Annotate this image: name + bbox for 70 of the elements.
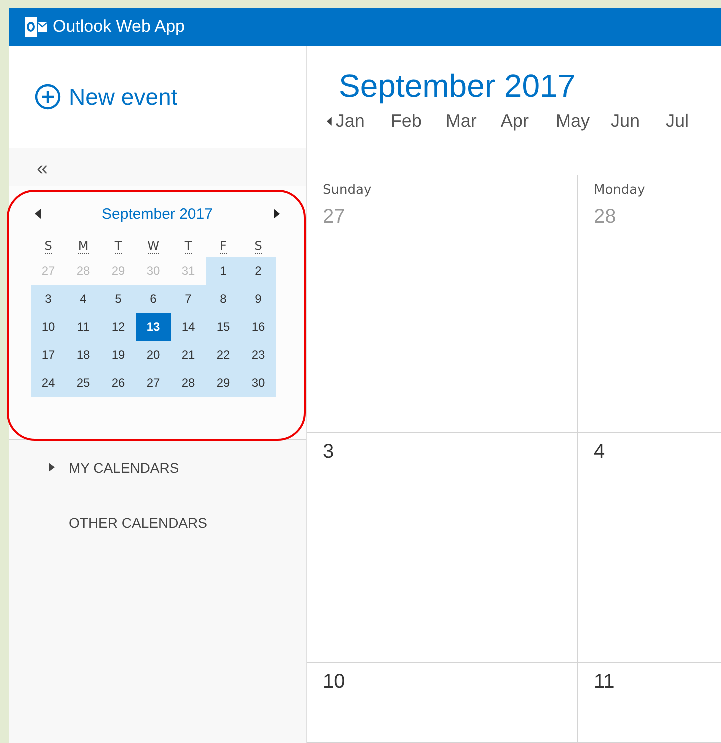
calendar-day[interactable]: 1 (206, 257, 241, 285)
weekday-label: S (44, 238, 52, 254)
calendar-day[interactable]: 14 (171, 313, 206, 341)
calendar-day[interactable]: 20 (136, 341, 171, 369)
month-link[interactable]: May (556, 111, 611, 132)
calendar-day[interactable]: 5 (101, 285, 136, 313)
calendar-day[interactable]: 11 (66, 313, 101, 341)
day-cell[interactable]: 11 (578, 663, 721, 743)
calendar-day[interactable]: 6 (136, 285, 171, 313)
month-link[interactable]: Feb (390, 111, 446, 132)
day-number: 27 (323, 206, 346, 229)
day-cell[interactable]: 10 (307, 663, 578, 743)
new-event-button[interactable]: New event (35, 84, 178, 110)
calendar-day[interactable]: 3 (31, 285, 66, 313)
app-title: Outlook Web App (53, 17, 185, 37)
calendar-group[interactable]: OTHER CALENDARS (9, 495, 306, 550)
month-link[interactable]: Jan (336, 111, 391, 132)
calendar-day[interactable]: 13 (136, 313, 171, 341)
day-number: 28 (594, 206, 618, 229)
day-cell[interactable]: Monday 28 (578, 175, 721, 433)
calendar-day[interactable]: 15 (206, 313, 241, 341)
calendar-day[interactable]: 19 (101, 341, 136, 369)
day-number: 3 (323, 441, 336, 464)
weekday-heading: Sunday (323, 183, 373, 198)
previous-icon[interactable] (327, 117, 332, 126)
weekday-label: M (78, 238, 89, 254)
calendar-day[interactable]: 10 (31, 313, 66, 341)
calendar-group[interactable]: MY CALENDARS (9, 440, 306, 495)
day-number: 4 (594, 441, 606, 464)
calendar-day[interactable]: 25 (66, 369, 101, 397)
month-link[interactable]: Mar (446, 111, 501, 132)
day-number: 10 (323, 671, 346, 694)
calendar-day[interactable]: 18 (66, 341, 101, 369)
calendar-day[interactable]: 30 (241, 369, 276, 397)
calendar-day[interactable]: 17 (31, 341, 66, 369)
weekday-label: T (184, 238, 192, 254)
weekday-label: T (114, 238, 122, 254)
calendar-day[interactable]: 9 (241, 285, 276, 313)
collapse-button[interactable]: « (9, 148, 48, 186)
calendar-day[interactable]: 24 (31, 369, 66, 397)
weekday-heading: Monday (594, 183, 646, 198)
next-icon[interactable] (274, 209, 280, 219)
calendar-day[interactable]: 21 (171, 341, 206, 369)
month-link[interactable]: Jun (610, 111, 666, 132)
day-cell[interactable]: 4 (578, 433, 721, 663)
outlook-logo-icon (25, 17, 47, 37)
mini-calendar-title: September 2017 (102, 206, 213, 222)
month-link[interactable]: Apr (500, 111, 556, 132)
month-link[interactable]: Jul (666, 111, 721, 132)
calendar-day[interactable]: 4 (66, 285, 101, 313)
plus-circle-icon (35, 84, 61, 110)
weekday-label: F (220, 238, 227, 254)
calendar-day[interactable]: 28 (171, 369, 206, 397)
calendar-day[interactable]: 2 (241, 257, 276, 285)
calendar-day[interactable]: 7 (171, 285, 206, 313)
previous-icon[interactable] (35, 209, 41, 219)
calendar-day[interactable]: 22 (206, 341, 241, 369)
day-cell[interactable]: 3 (307, 433, 578, 663)
calendar-day[interactable]: 8 (206, 285, 241, 313)
day-cell[interactable]: Sunday 27 (307, 175, 578, 433)
weekday-label: W (148, 238, 160, 254)
weekday-label: S (254, 238, 262, 254)
day-number: 11 (594, 671, 616, 694)
month-title: September 2017 (339, 68, 577, 105)
calendar-day[interactable]: 26 (101, 369, 136, 397)
calendar-day[interactable]: 29 (206, 369, 241, 397)
calendar-day[interactable]: 27 (136, 369, 171, 397)
calendar-day[interactable]: 12 (101, 313, 136, 341)
calendar-day[interactable]: 23 (241, 341, 276, 369)
calendar-day[interactable]: 16 (241, 313, 276, 341)
